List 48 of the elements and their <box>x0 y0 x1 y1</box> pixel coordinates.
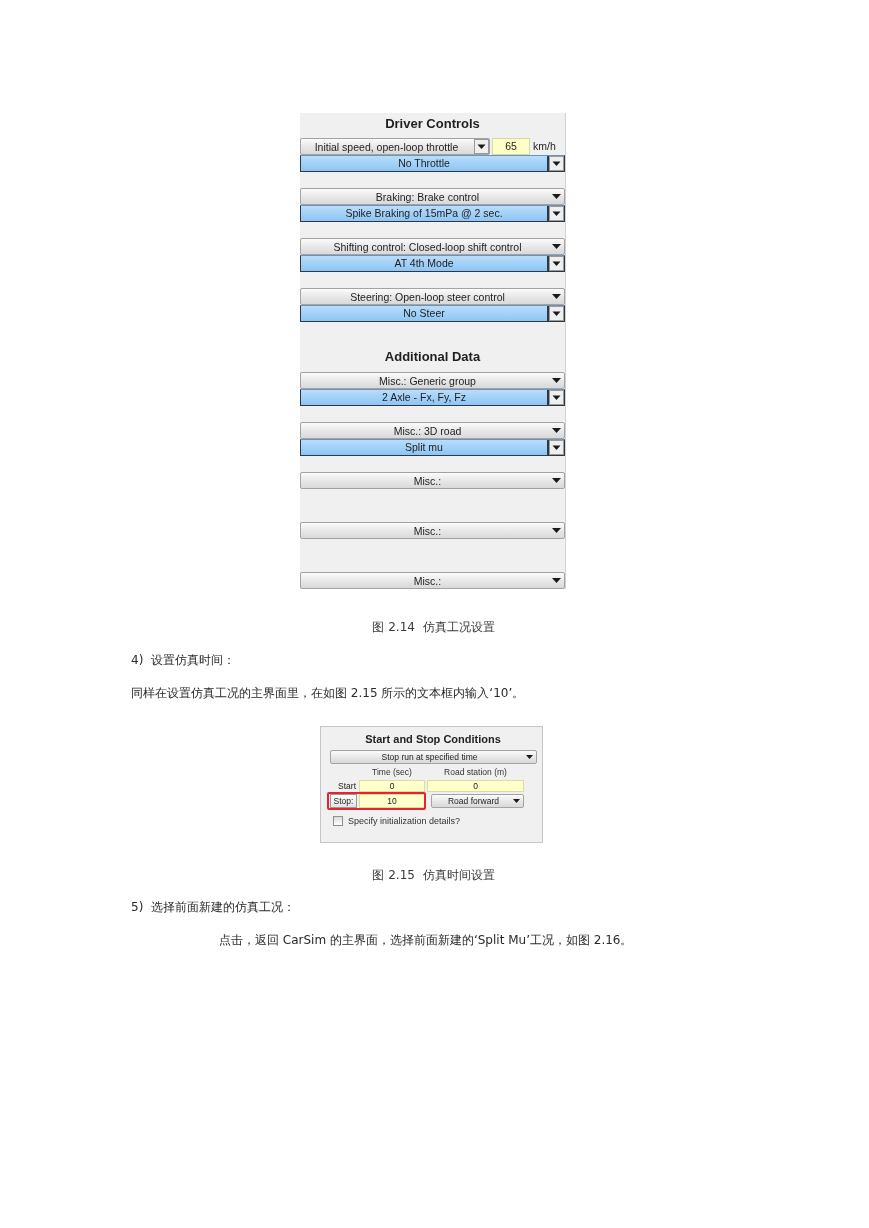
stop-button[interactable]: Stop: <box>330 794 357 808</box>
column-header: Road station (m) <box>443 766 508 778</box>
caret-icon <box>513 799 520 803</box>
category-dropdown[interactable]: Initial speed, open-loop throttle <box>300 138 490 155</box>
step-text: 同样在设置仿真工况的主界面里，在如图 2.15 所示的文本框内输入‘10’。 <box>131 685 526 702</box>
time-field[interactable]: 0 <box>359 780 425 792</box>
step-text: 点击，返回 CarSim 的主界面，选择前面新建的‘Split Mu’工况，如图 2.16。 <box>218 932 634 949</box>
unit-label: km/h <box>533 139 556 154</box>
step-heading: 5) 选择前面新建的仿真工况： <box>131 899 296 916</box>
step-heading: 4) 设置仿真时间： <box>131 652 236 669</box>
dataset-dropdown[interactable]: Split mu <box>300 439 565 456</box>
column-header: Time (sec) <box>371 766 413 778</box>
station-mode-dropdown[interactable]: Road forward <box>431 794 524 808</box>
speed-field[interactable]: 65 <box>492 138 530 155</box>
category-dropdown[interactable]: Misc.: Generic group <box>300 372 565 389</box>
category-dropdown[interactable]: Shifting control: Closed-loop shift control <box>300 238 565 255</box>
caret-icon <box>552 194 561 199</box>
dataset-dropdown[interactable]: Spike Braking of 15mPa @ 2 sec. <box>300 205 565 222</box>
row-label: Start <box>337 780 357 792</box>
checkbox-label: Specify initialization details? <box>348 816 461 826</box>
category-dropdown[interactable]: Misc.: <box>300 522 565 539</box>
figure-caption: 图 2.14 仿真工况设置 <box>371 619 496 636</box>
category-dropdown[interactable]: Steering: Open-loop steer control <box>300 288 565 305</box>
caret-icon <box>552 244 561 249</box>
dataset-dropdown[interactable]: No Steer <box>300 305 565 322</box>
time-field[interactable]: 10 <box>359 794 425 808</box>
caret-icon <box>552 578 561 583</box>
stop-mode-dropdown[interactable]: Stop run at specified time <box>330 750 537 764</box>
dataset-dropdown[interactable]: No Throttle <box>300 155 565 172</box>
checkbox[interactable] <box>333 816 343 826</box>
caret-icon <box>552 428 561 433</box>
station-field[interactable]: 0 <box>427 780 524 792</box>
section-title: Driver Controls <box>384 115 481 133</box>
category-dropdown[interactable]: Misc.: <box>300 472 565 489</box>
caret-icon <box>526 755 533 759</box>
caret-icon <box>474 139 489 154</box>
dataset-dropdown[interactable]: 2 Axle - Fx, Fy, Fz <box>300 389 565 406</box>
category-dropdown[interactable]: Misc.: 3D road <box>300 422 565 439</box>
caret-icon <box>552 528 561 533</box>
panel-title: Start and Stop Conditions <box>364 732 502 747</box>
category-dropdown[interactable]: Braking: Brake control <box>300 188 565 205</box>
caret-icon <box>552 478 561 483</box>
figure-caption: 图 2.15 仿真时间设置 <box>371 867 496 884</box>
caret-icon <box>552 294 561 299</box>
dataset-dropdown[interactable]: AT 4th Mode <box>300 255 565 272</box>
section-title: Additional Data <box>383 348 482 366</box>
caret-icon <box>552 378 561 383</box>
category-dropdown[interactable]: Misc.: <box>300 572 565 589</box>
